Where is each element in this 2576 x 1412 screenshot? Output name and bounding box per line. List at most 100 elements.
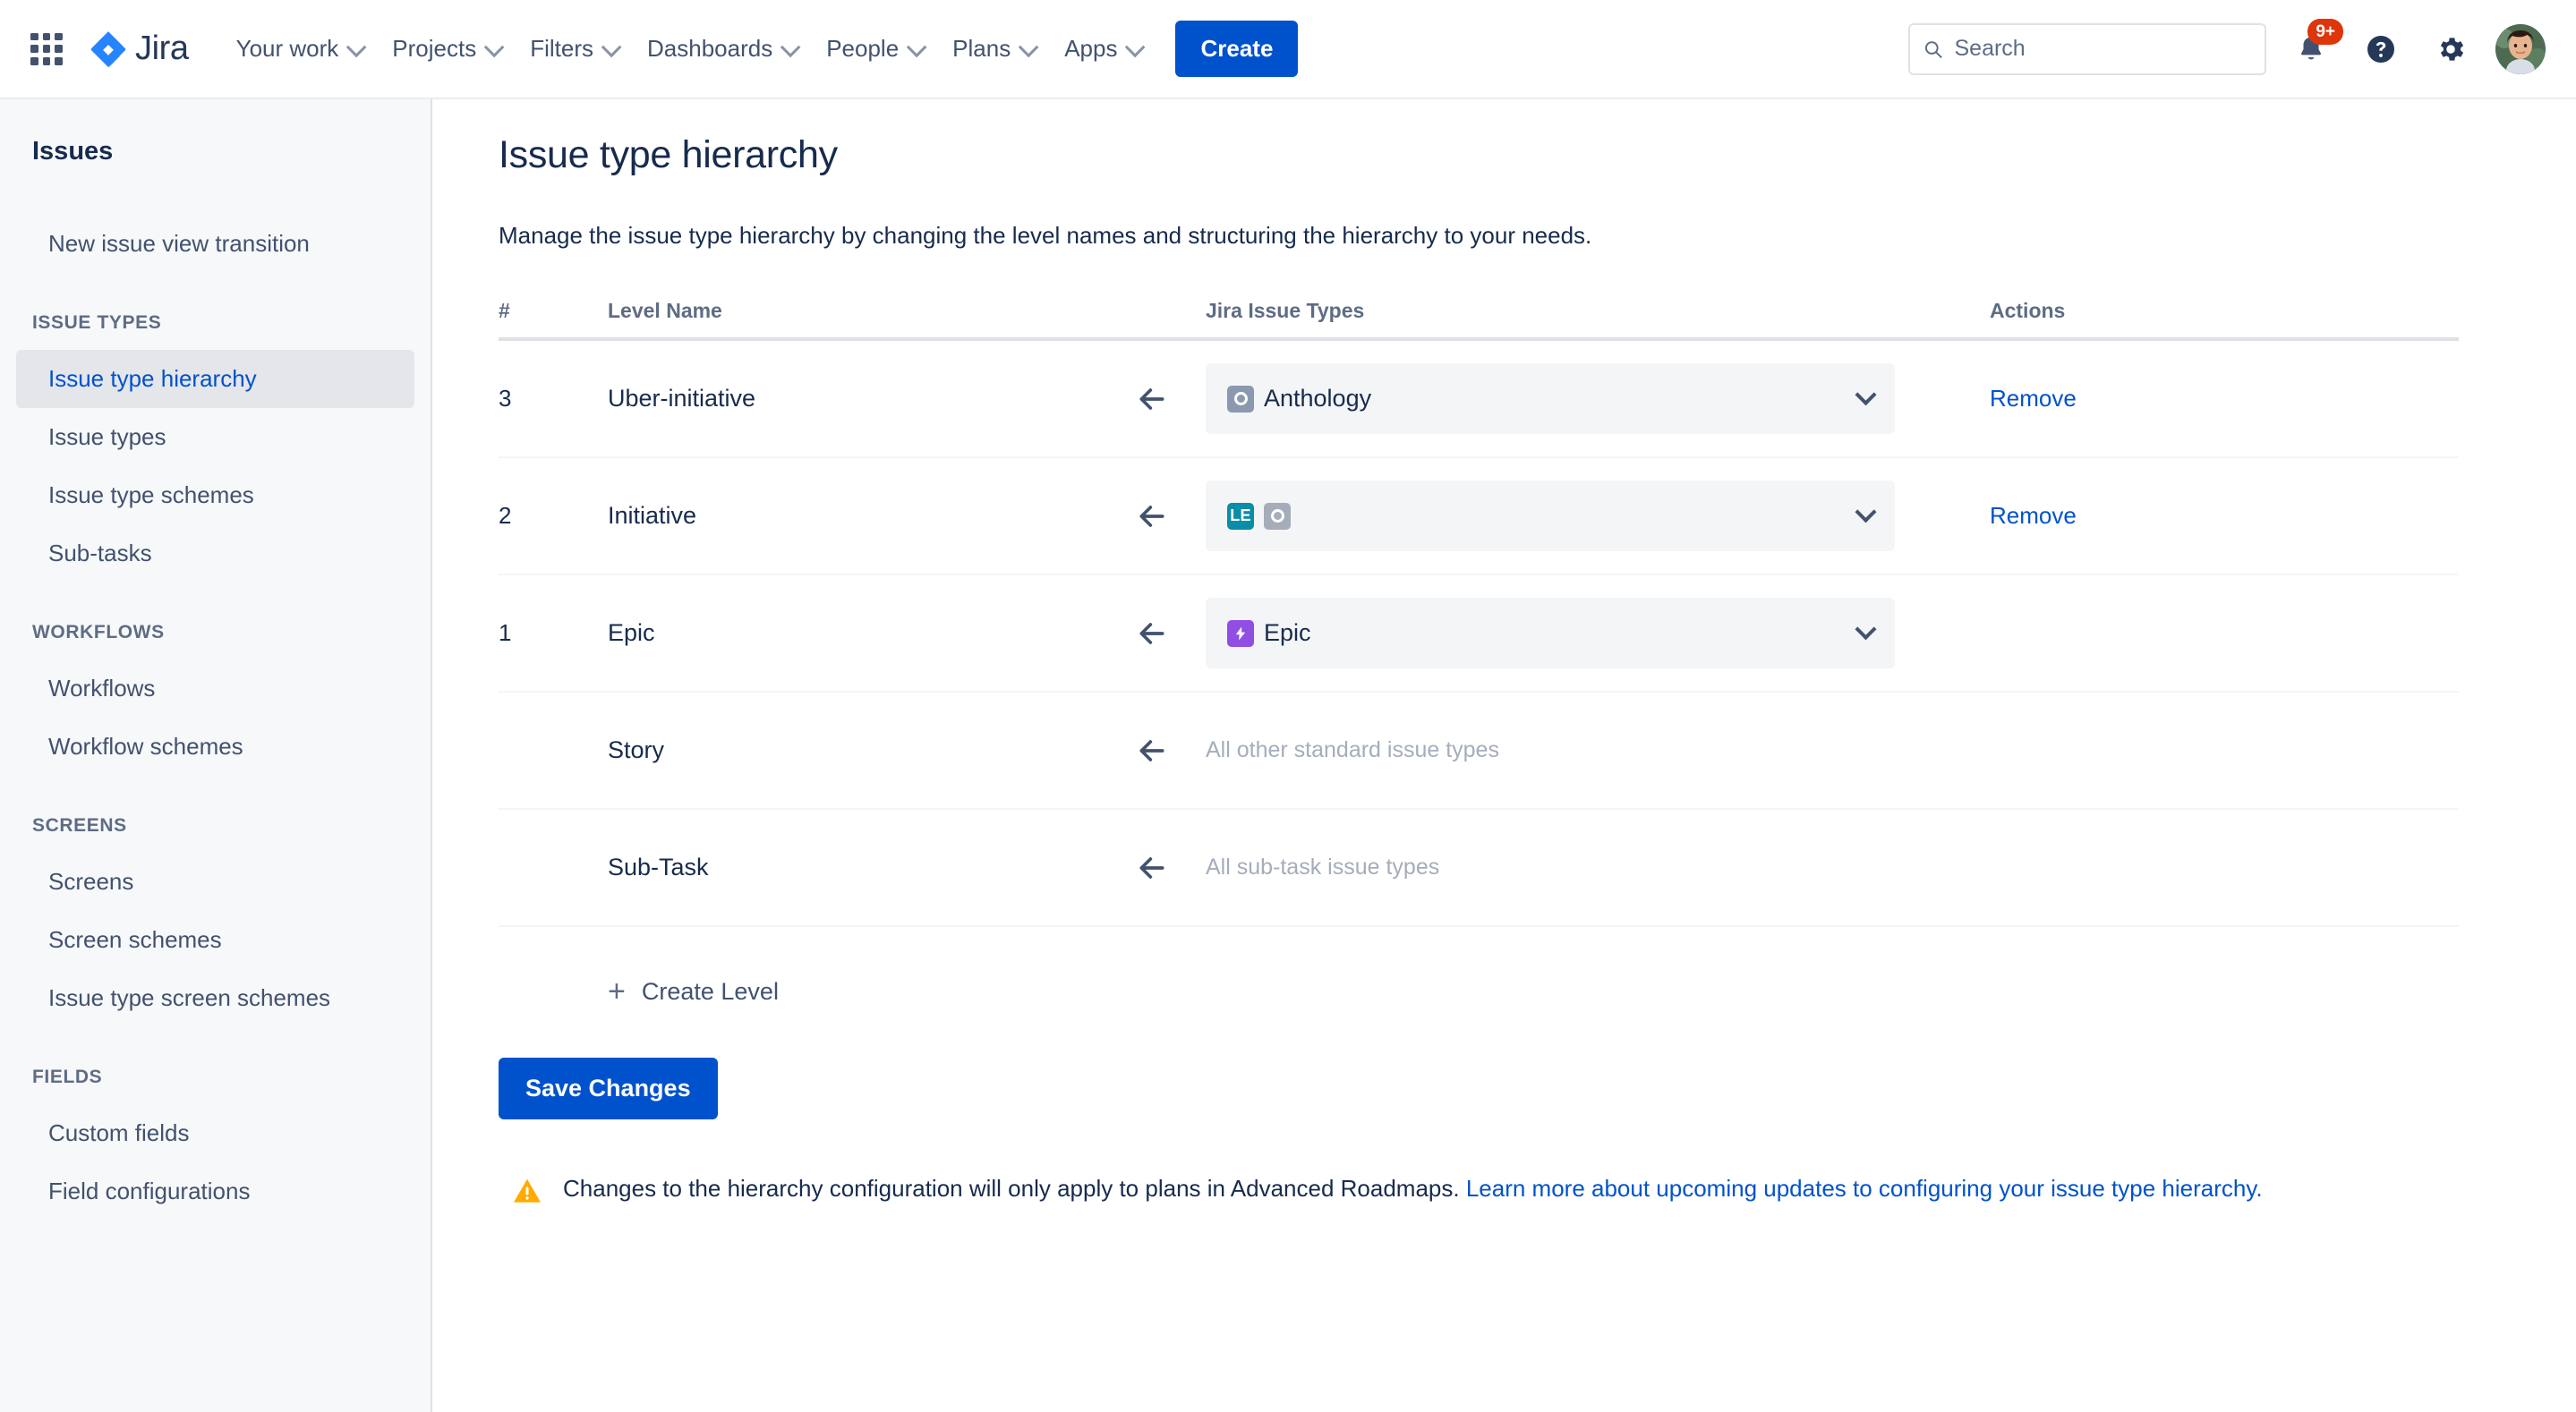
row-number: 3	[499, 385, 561, 413]
lightning-bolt-glyph	[1233, 625, 1249, 642]
plus-icon: +	[608, 976, 626, 1007]
selected-types: LE	[1227, 503, 1291, 530]
sidebar-item-issue-type-hierarchy[interactable]: Issue type hierarchy	[16, 350, 414, 408]
nav-item-apps[interactable]: Apps	[1049, 25, 1156, 72]
nav-item-label: Projects	[392, 35, 476, 63]
row-level-name: Sub-Task	[561, 854, 1134, 881]
primary-nav-items: Your work Projects Filters Dashboards Pe…	[221, 21, 1299, 77]
chevron-down-icon	[484, 37, 505, 57]
grid-apps-icon[interactable]	[27, 30, 66, 69]
arrow-left-icon	[1134, 733, 1170, 769]
selected-types: Epic	[1227, 619, 1311, 647]
warning-learn-more-link[interactable]: Learn more about upcoming updates to con…	[1466, 1175, 2263, 1202]
create-level-label: Create Level	[642, 978, 779, 1006]
warning-text: Changes to the hierarchy configuration w…	[563, 1175, 1466, 1202]
row-level-name[interactable]: Uber-initiative	[561, 385, 1134, 413]
chevron-down-icon	[601, 37, 622, 57]
jira-wordmark: Jira	[135, 30, 189, 68]
warning-message: Changes to the hierarchy configuration w…	[499, 1173, 2522, 1207]
type-label: Epic	[1264, 619, 1311, 647]
sidebar-item-field-configurations[interactable]: Field configurations	[16, 1162, 414, 1221]
chevron-down-icon	[1855, 501, 1876, 523]
remove-button[interactable]: Remove	[1990, 502, 2077, 529]
sidebar-item-workflow-schemes[interactable]: Workflow schemes	[16, 718, 414, 776]
nav-item-label: Apps	[1064, 35, 1117, 63]
row-types-placeholder: All sub-task issue types	[1206, 855, 1439, 880]
issue-types-select[interactable]: Epic	[1206, 598, 1895, 668]
create-button[interactable]: Create	[1175, 21, 1298, 77]
settings-button[interactable]	[2426, 24, 2476, 74]
selected-types: Anthology	[1227, 385, 1371, 413]
row-types-cell: All sub-task issue types	[1206, 855, 1940, 880]
sidebar-item-sub-tasks[interactable]: Sub-tasks	[16, 524, 414, 583]
sidebar-group-workflows: WORKFLOWS	[0, 622, 431, 643]
row-types-cell: All other standard issue types	[1206, 737, 1940, 763]
gear-icon	[2435, 33, 2467, 65]
row-level-name[interactable]: Epic	[561, 619, 1134, 647]
search-box[interactable]	[1908, 23, 2266, 75]
issue-types-select[interactable]: Anthology	[1206, 363, 1895, 434]
arrow-left-icon	[1134, 498, 1170, 534]
row-actions-cell: Remove	[1940, 502, 2459, 530]
column-header-jira-issue-types: Jira Issue Types	[1206, 299, 1940, 323]
sidebar-item-screen-schemes[interactable]: Screen schemes	[16, 911, 414, 969]
save-changes-button[interactable]: Save Changes	[499, 1058, 718, 1119]
chevron-down-icon	[780, 37, 801, 57]
row-types-cell: Epic	[1206, 598, 1940, 668]
nav-item-label: Filters	[530, 35, 593, 63]
row-number: 2	[499, 502, 561, 530]
sidebar-item-issue-type-screen-schemes[interactable]: Issue type screen schemes	[16, 969, 414, 1027]
jira-logo-icon	[90, 30, 127, 68]
sidebar-item-issue-types[interactable]: Issue types	[16, 408, 414, 466]
issue-type-hierarchy-table: # Level Name Jira Issue Types Actions 3 …	[499, 299, 2459, 927]
sidebar-item-workflows[interactable]: Workflows	[16, 659, 414, 718]
nav-left-group: Jira Your work Projects Filters Dashboar…	[27, 21, 1298, 77]
jira-home-link[interactable]: Jira	[90, 30, 189, 68]
top-navigation-bar: Jira Your work Projects Filters Dashboar…	[0, 0, 2576, 99]
nav-item-dashboards[interactable]: Dashboards	[632, 25, 811, 72]
create-level-button[interactable]: + Create Level	[499, 976, 779, 1007]
sidebar-item-issue-type-schemes[interactable]: Issue type schemes	[16, 466, 414, 524]
warning-text-wrapper: Changes to the hierarchy configuration w…	[563, 1173, 2263, 1204]
search-input[interactable]	[1955, 36, 2253, 62]
row-level-name[interactable]: Initiative	[561, 502, 1134, 530]
help-circle-icon	[2365, 33, 2397, 65]
search-icon	[1923, 38, 1944, 61]
nav-item-projects[interactable]: Projects	[377, 25, 515, 72]
row-arrow-cell	[1134, 381, 1206, 417]
arrow-left-icon	[1134, 381, 1170, 417]
remove-button[interactable]: Remove	[1990, 385, 2077, 412]
help-button[interactable]	[2356, 24, 2406, 74]
avatar[interactable]	[2495, 24, 2546, 74]
sidebar-item-new-issue-view-transition[interactable]: New issue view transition	[16, 215, 414, 273]
arrow-left-icon	[1134, 616, 1170, 651]
nav-item-filters[interactable]: Filters	[515, 25, 632, 72]
column-header-number: #	[499, 299, 561, 323]
nav-right-group: 9+	[1908, 23, 2546, 75]
user-avatar-image	[2495, 24, 2546, 74]
chevron-down-icon	[1855, 384, 1876, 405]
sidebar-item-custom-fields[interactable]: Custom fields	[16, 1104, 414, 1162]
chevron-down-icon	[1019, 37, 1039, 57]
row-actions-cell: Remove	[1940, 385, 2459, 413]
row-types-placeholder: All other standard issue types	[1206, 737, 1499, 762]
chevron-down-icon	[1855, 618, 1876, 640]
row-types-cell: LE	[1206, 481, 1940, 551]
type-label: Anthology	[1264, 385, 1371, 413]
table-header-row: # Level Name Jira Issue Types Actions	[499, 299, 2459, 341]
table-row: 2 Initiative LE	[499, 458, 2459, 575]
warning-triangle-icon	[511, 1175, 543, 1207]
circle-grey-icon	[1264, 503, 1291, 530]
row-arrow-cell	[1134, 733, 1206, 769]
table-row: 1 Epic Ep	[499, 575, 2459, 693]
chevron-down-icon	[907, 37, 927, 57]
chevron-down-icon	[346, 37, 367, 57]
notifications-button[interactable]: 9+	[2286, 24, 2336, 74]
nav-item-plans[interactable]: Plans	[937, 25, 1049, 72]
nav-item-your-work[interactable]: Your work	[221, 25, 378, 72]
nav-item-label: Dashboards	[647, 35, 772, 63]
column-header-level-name: Level Name	[561, 299, 1134, 323]
sidebar-item-screens[interactable]: Screens	[16, 853, 414, 911]
nav-item-people[interactable]: People	[811, 25, 937, 72]
issue-types-select[interactable]: LE	[1206, 481, 1895, 551]
